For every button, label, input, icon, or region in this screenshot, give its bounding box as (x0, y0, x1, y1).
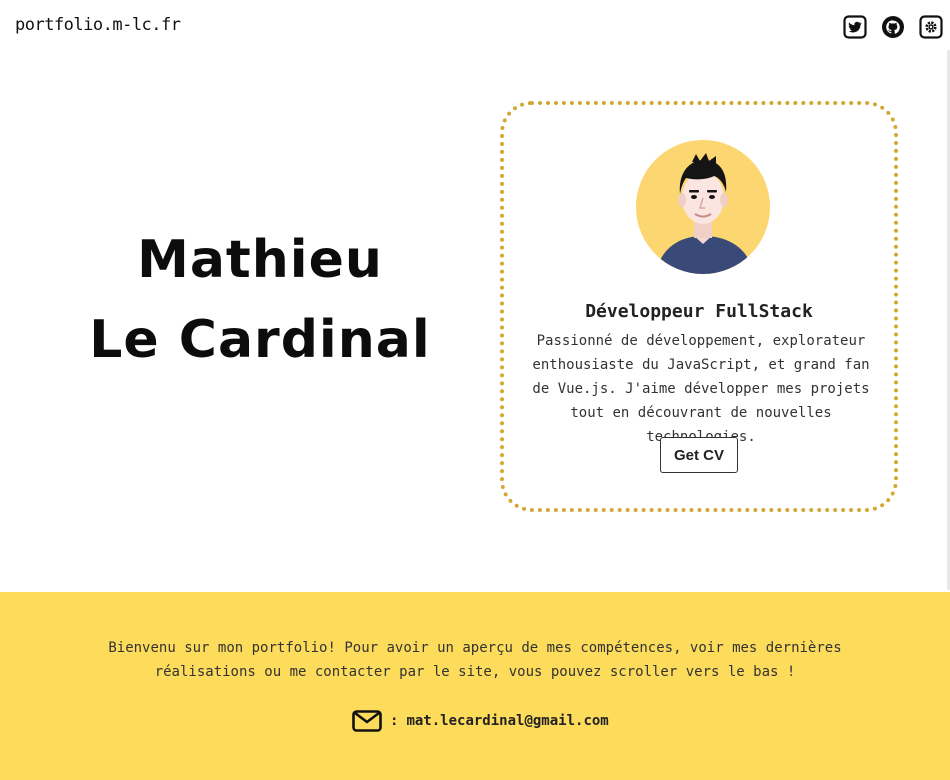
github-icon (881, 15, 905, 39)
settings-button[interactable] (919, 15, 943, 39)
intro-section: Bienvenu sur mon portfolio! Pour avoir u… (0, 592, 950, 780)
site-name-link[interactable]: portfolio.m-lc.fr (15, 15, 181, 35)
contact-separator: : (390, 713, 399, 729)
twitter-icon (843, 15, 867, 39)
email-link[interactable]: mat.lecardinal@gmail.com (406, 713, 608, 729)
mail-icon (352, 710, 382, 732)
get-cv-button[interactable]: Get CV (660, 437, 738, 473)
hero-first-name: Mathieu (137, 230, 383, 290)
card-description: Passionné de développement, explorateur … (532, 333, 870, 445)
avatar (636, 140, 770, 274)
twitter-button[interactable] (843, 15, 867, 39)
gear-icon (919, 15, 943, 39)
top-bar: portfolio.m-lc.fr (0, 0, 950, 56)
github-button[interactable] (881, 15, 905, 39)
hero-name: Mathieu Le Cardinal (60, 220, 460, 380)
profile-card: Développeur FullStack Passionné de dével… (500, 101, 898, 512)
card-title: Développeur FullStack (585, 301, 813, 322)
intro-text: Bienvenu sur mon portfolio! Pour avoir u… (108, 640, 842, 680)
avatar-illustration (636, 140, 770, 274)
hero-last-name: Le Cardinal (89, 310, 431, 370)
contact-line: : mat.lecardinal@gmail.com (352, 710, 609, 732)
